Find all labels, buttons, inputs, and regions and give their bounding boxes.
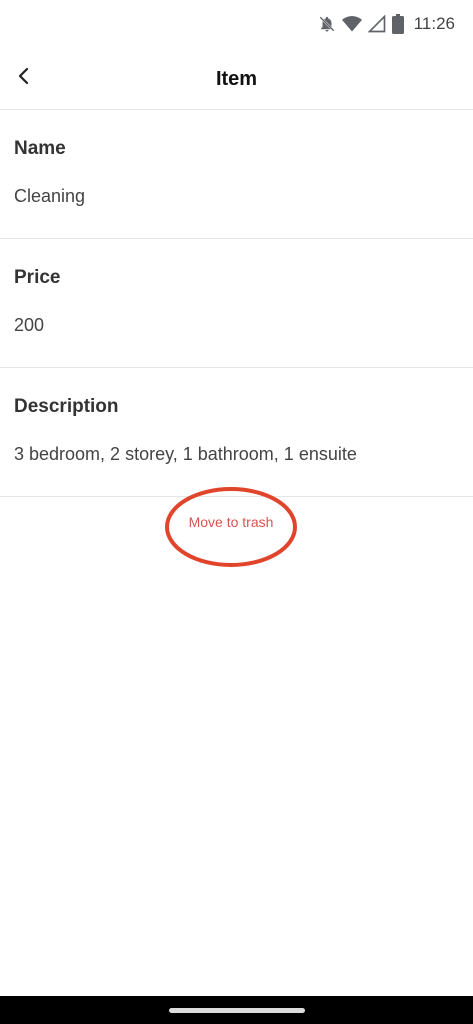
field-value: Cleaning — [14, 186, 86, 206]
field-label: Name — [14, 138, 66, 159]
trash-area: Move to trash — [164, 486, 298, 568]
bell-off-icon — [318, 15, 336, 33]
field-description: Description 3 bedroom, 2 storey, 1 bathr… — [0, 368, 473, 497]
home-indicator[interactable] — [168, 1007, 305, 1013]
field-value: 3 bedroom, 2 storey, 1 bathroom, 1 ensui… — [14, 444, 357, 464]
status-time: 11:26 — [413, 14, 455, 33]
field-name: Name Cleaning — [0, 110, 473, 239]
signal-icon — [367, 15, 386, 33]
field-label: Description — [14, 396, 119, 417]
page-title: Item — [215, 68, 258, 90]
app-bar: Item — [0, 48, 473, 110]
wifi-icon — [341, 15, 362, 33]
back-button[interactable] — [6, 60, 42, 96]
move-to-trash-button[interactable]: Move to trash — [164, 514, 298, 530]
field-label: Price — [14, 267, 61, 288]
status-bar: 11:26 — [0, 0, 473, 48]
field-price: Price 200 — [0, 239, 473, 368]
field-value: 200 — [14, 315, 45, 335]
navigation-bar — [0, 996, 473, 1024]
back-arrow-icon — [14, 66, 34, 91]
battery-icon — [391, 14, 404, 34]
